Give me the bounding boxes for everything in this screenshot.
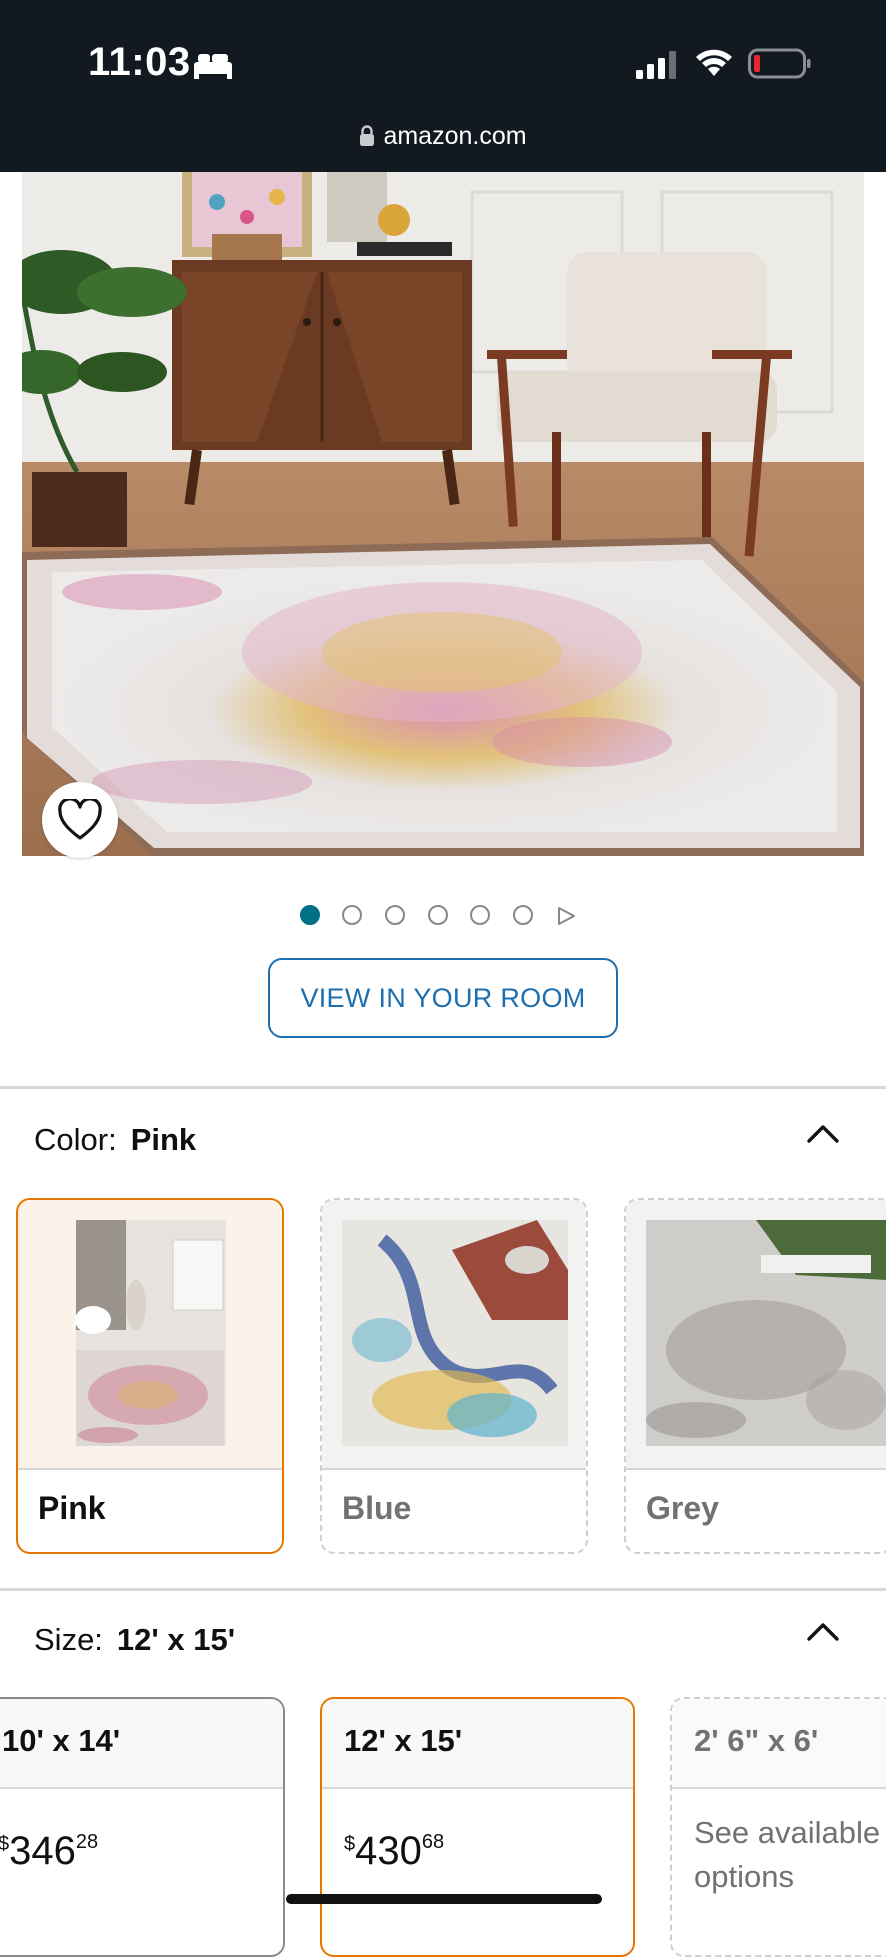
selected-size: 12' x 15' [116, 1622, 236, 1657]
cellular-signal-icon [636, 51, 676, 79]
sleep-focus-icon [194, 54, 232, 79]
color-label: Color: [34, 1122, 117, 1157]
see-available-options-link[interactable]: See available options [694, 1811, 886, 1899]
size-selector-header[interactable]: Size: 12' x 15' [34, 1622, 235, 1658]
clock: 11:03 [88, 40, 191, 84]
size-option-header: 10' x 14' [0, 1699, 283, 1789]
swatch-separator [322, 1468, 586, 1470]
swatch-separator [626, 1468, 886, 1470]
carousel-dot-1[interactable] [300, 905, 320, 925]
carousel-dot-2[interactable] [342, 905, 362, 925]
rug-room-photo [22, 172, 864, 856]
size-option-name: 12' x 15' [344, 1723, 463, 1758]
swatch-label: Blue [342, 1490, 412, 1526]
color-swatch-pink[interactable]: Pink [16, 1198, 284, 1554]
size-label: Size: [34, 1622, 103, 1657]
swatch-image [18, 1200, 282, 1468]
color-swatch-grey[interactable]: Grey [624, 1198, 886, 1554]
product-image[interactable] [22, 172, 864, 856]
add-to-wishlist-button[interactable] [42, 782, 118, 858]
size-option-12x15[interactable]: 12' x 15' $43068 [320, 1697, 635, 1957]
size-option-10x14[interactable]: 10' x 14' $34628 [0, 1697, 285, 1957]
home-indicator[interactable] [286, 1894, 602, 1904]
chevron-up-icon[interactable] [806, 1122, 840, 1144]
wifi-icon [696, 49, 732, 76]
heart-icon [58, 799, 102, 840]
swatch-image [626, 1200, 886, 1468]
size-option-header: 2' 6" x 6' [672, 1699, 886, 1789]
carousel-dot-3[interactable] [385, 905, 405, 925]
status-bar: 11:03 amazon.com [0, 0, 886, 172]
address-bar[interactable]: amazon.com [0, 122, 886, 151]
size-option-2-6x6[interactable]: 2' 6" x 6' See available options [670, 1697, 886, 1957]
image-carousel-indicator [0, 905, 886, 929]
section-divider [0, 1086, 886, 1089]
view-in-your-room-button[interactable]: VIEW IN YOUR ROOM [268, 958, 618, 1038]
video-play-icon[interactable] [556, 906, 576, 926]
size-option-name: 10' x 14' [2, 1723, 121, 1758]
size-option-name: 2' 6" x 6' [694, 1723, 819, 1758]
color-swatch-blue[interactable]: Blue [320, 1198, 588, 1554]
size-option-price: $34628 [0, 1829, 99, 1873]
carousel-dot-5[interactable] [470, 905, 490, 925]
selected-color: Pink [130, 1122, 197, 1157]
color-selector-header[interactable]: Color: Pink [34, 1122, 196, 1158]
swatch-separator [18, 1468, 282, 1470]
carousel-dot-6[interactable] [513, 905, 533, 925]
size-option-price: $43068 [344, 1829, 445, 1873]
lock-icon [360, 125, 375, 146]
swatch-image [322, 1200, 586, 1468]
url-text: amazon.com [383, 122, 527, 150]
section-divider [0, 1588, 886, 1591]
size-option-header: 12' x 15' [322, 1699, 633, 1789]
carousel-dot-4[interactable] [428, 905, 448, 925]
swatch-label: Pink [38, 1490, 106, 1526]
swatch-label: Grey [646, 1490, 719, 1526]
battery-icon [748, 48, 811, 79]
chevron-up-icon[interactable] [806, 1620, 840, 1642]
